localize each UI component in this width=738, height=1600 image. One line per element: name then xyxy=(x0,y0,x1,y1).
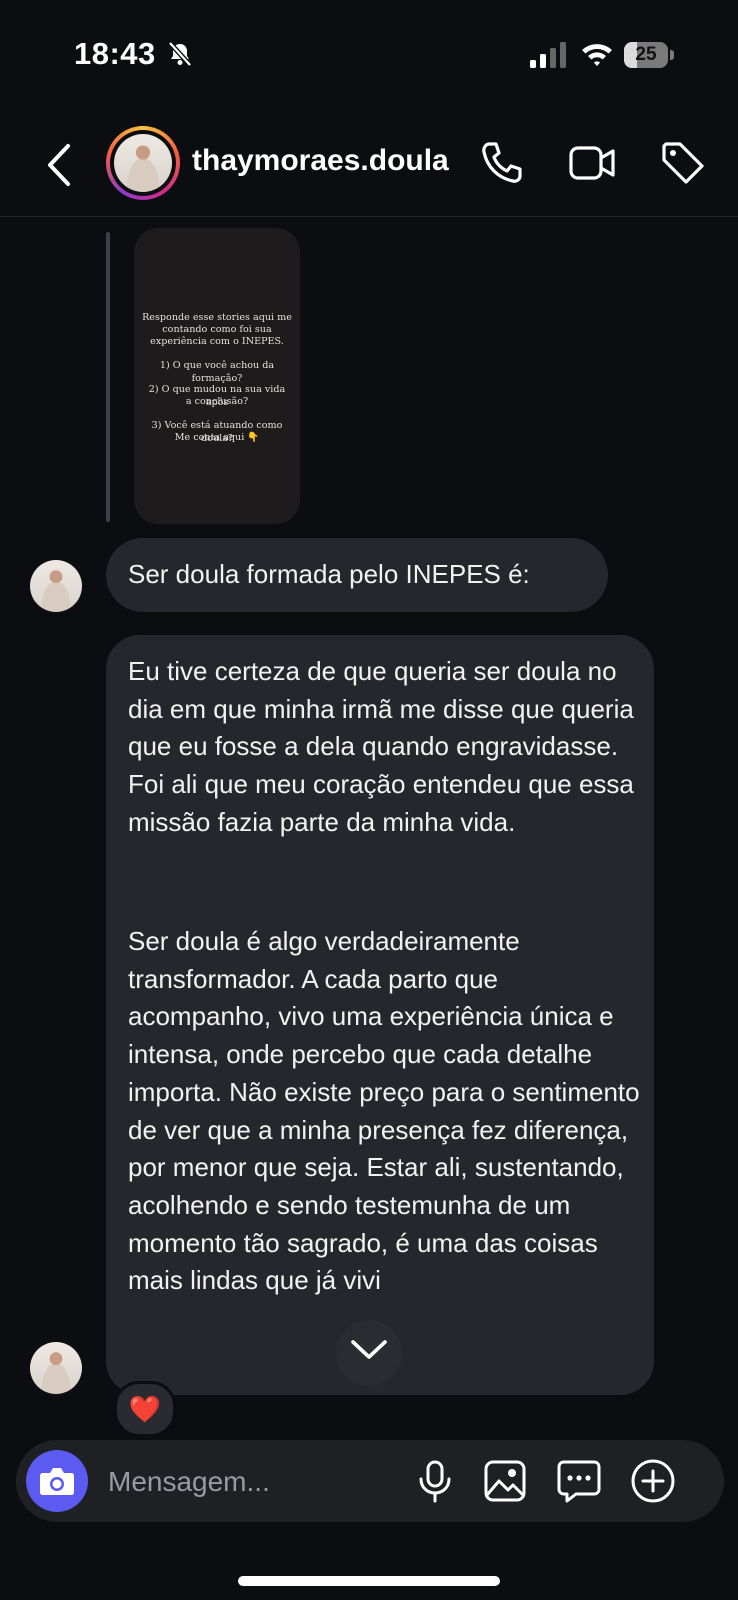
scroll-to-bottom-button[interactable] xyxy=(336,1320,402,1386)
tag-icon[interactable] xyxy=(660,140,706,186)
phone-icon[interactable] xyxy=(480,140,524,186)
bell-slash-icon xyxy=(168,41,192,67)
story-text-line: Me conta aqui 👇 xyxy=(174,432,260,443)
chat-username[interactable]: thaymoraes.doula xyxy=(192,144,449,178)
microphone-icon[interactable] xyxy=(410,1456,460,1506)
message-input[interactable] xyxy=(106,1460,410,1504)
story-text-line: contando como foi sua xyxy=(162,324,272,335)
wifi-icon xyxy=(582,44,612,66)
status-time: 18:43 xyxy=(74,36,156,71)
plus-circle-icon[interactable] xyxy=(628,1456,678,1506)
sender-avatar[interactable] xyxy=(30,1342,82,1394)
story-reply-bar xyxy=(106,232,110,522)
story-text-line: 1) O que você achou da formação? xyxy=(159,360,275,384)
sticker-chat-icon[interactable] xyxy=(554,1456,604,1506)
sender-avatar[interactable] xyxy=(30,560,82,612)
battery-level: 25 xyxy=(635,44,657,65)
profile-avatar[interactable] xyxy=(106,126,180,200)
chevron-left-icon[interactable] xyxy=(40,140,80,190)
home-indicator[interactable] xyxy=(238,1576,500,1586)
camera-icon xyxy=(40,1468,74,1495)
gallery-icon[interactable] xyxy=(480,1456,530,1506)
status-bar: 18:43 25 xyxy=(0,0,738,110)
video-camera-icon[interactable] xyxy=(568,140,616,186)
story-text-line: experiência com o INEPES. xyxy=(150,336,284,347)
story-text-line: a conclusão? xyxy=(185,396,249,407)
chat-header: thaymoraes.doula xyxy=(0,120,738,217)
message-paragraph: Ser doula é algo verdadeiramente transfo… xyxy=(128,926,640,1296)
camera-button[interactable] xyxy=(26,1450,88,1512)
story-text-line: Responde esse stories aqui me xyxy=(142,312,292,323)
message-bubble[interactable]: Eu tive certeza de que queria ser doula … xyxy=(106,635,654,1395)
chevron-down-icon xyxy=(351,1340,387,1359)
message-paragraph: Eu tive certeza de que queria ser doula … xyxy=(128,656,634,837)
battery-icon: 25 xyxy=(624,42,674,68)
cellular-signal-icon xyxy=(530,42,566,68)
heart-reaction[interactable]: ❤️ xyxy=(114,1381,176,1437)
story-preview[interactable]: Responde esse stories aqui me contando c… xyxy=(134,228,300,524)
message-text: Ser doula formada pelo INEPES é: xyxy=(128,559,530,589)
message-bubble[interactable]: Ser doula formada pelo INEPES é: xyxy=(106,538,608,612)
message-composer xyxy=(16,1440,724,1522)
